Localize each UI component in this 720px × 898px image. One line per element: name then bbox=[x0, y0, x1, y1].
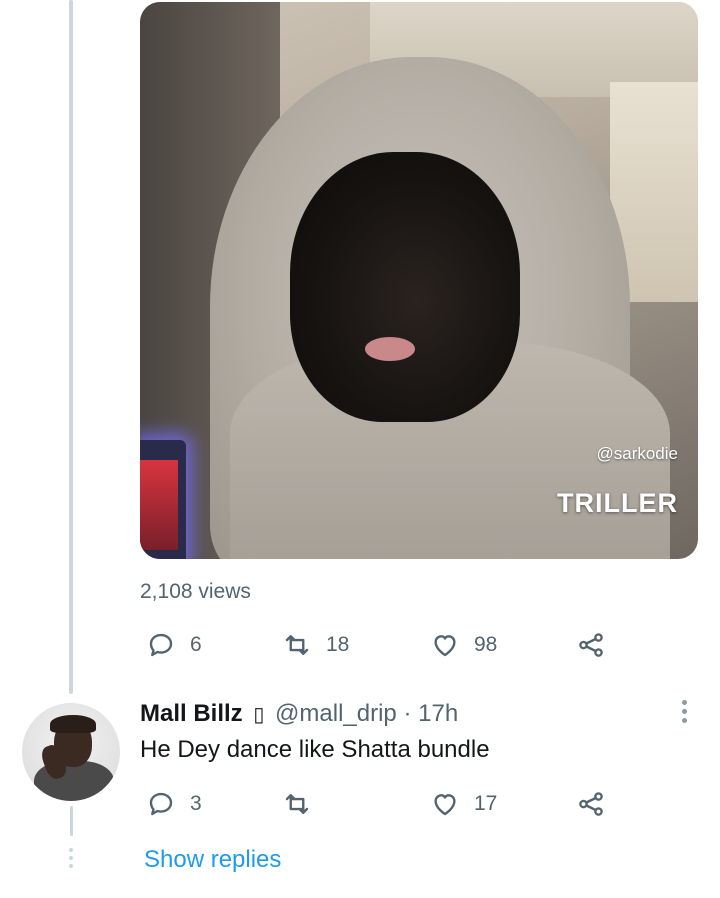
share-icon bbox=[579, 792, 603, 816]
like-button[interactable]: 17 bbox=[430, 784, 497, 824]
thread-continuation-dots bbox=[67, 848, 75, 872]
reply-action-bar: 3 17 bbox=[140, 784, 620, 824]
media-scene bbox=[365, 337, 415, 361]
reply-icon bbox=[149, 633, 173, 657]
reply-author-name[interactable]: Mall Billz bbox=[140, 700, 243, 727]
share-icon bbox=[579, 633, 603, 657]
watermark-brand: TRILLER bbox=[557, 488, 678, 518]
reply-button[interactable]: 3 bbox=[146, 784, 202, 824]
reply-header: Mall Billz ▯ @mall_drip · 17h bbox=[140, 700, 458, 728]
reply-author-handle[interactable]: @mall_drip bbox=[275, 700, 397, 727]
retweet-count: 18 bbox=[326, 633, 350, 656]
emoji-glyph: ▯ bbox=[253, 704, 265, 726]
video-media[interactable]: @sarkodie TRILLER bbox=[140, 2, 698, 559]
reply-text: He Dey dance like Shatta bundle bbox=[140, 736, 490, 763]
reply-timestamp[interactable]: 17h bbox=[418, 700, 458, 727]
retweet-icon bbox=[285, 794, 309, 814]
reply-count: 3 bbox=[190, 792, 202, 815]
heart-icon bbox=[434, 635, 456, 657]
retweet-button[interactable] bbox=[282, 784, 326, 824]
like-count: 17 bbox=[474, 792, 498, 815]
share-button[interactable] bbox=[576, 784, 606, 824]
reply-button[interactable]: 6 bbox=[146, 625, 202, 665]
avatar[interactable] bbox=[22, 703, 120, 801]
watermark-handle: @sarkodie bbox=[596, 444, 678, 463]
separator-dot: · bbox=[403, 700, 412, 727]
view-count: 2,108 views bbox=[140, 580, 251, 603]
thread-line bbox=[69, 0, 73, 694]
media-scene bbox=[140, 460, 178, 550]
thread-line bbox=[70, 806, 73, 836]
show-replies-link[interactable]: Show replies bbox=[144, 846, 281, 874]
retweet-icon bbox=[285, 635, 309, 655]
more-vertical-icon[interactable] bbox=[680, 700, 688, 726]
reply-icon bbox=[149, 792, 173, 816]
like-button[interactable]: 98 bbox=[430, 625, 497, 665]
reply-count: 6 bbox=[190, 633, 202, 656]
tweet-action-bar: 6 18 98 bbox=[140, 625, 620, 665]
share-button[interactable] bbox=[576, 625, 606, 665]
heart-icon bbox=[434, 794, 456, 816]
like-count: 98 bbox=[474, 633, 498, 656]
media-scene bbox=[290, 152, 520, 422]
retweet-button[interactable]: 18 bbox=[282, 625, 349, 665]
avatar-figure bbox=[50, 715, 96, 733]
